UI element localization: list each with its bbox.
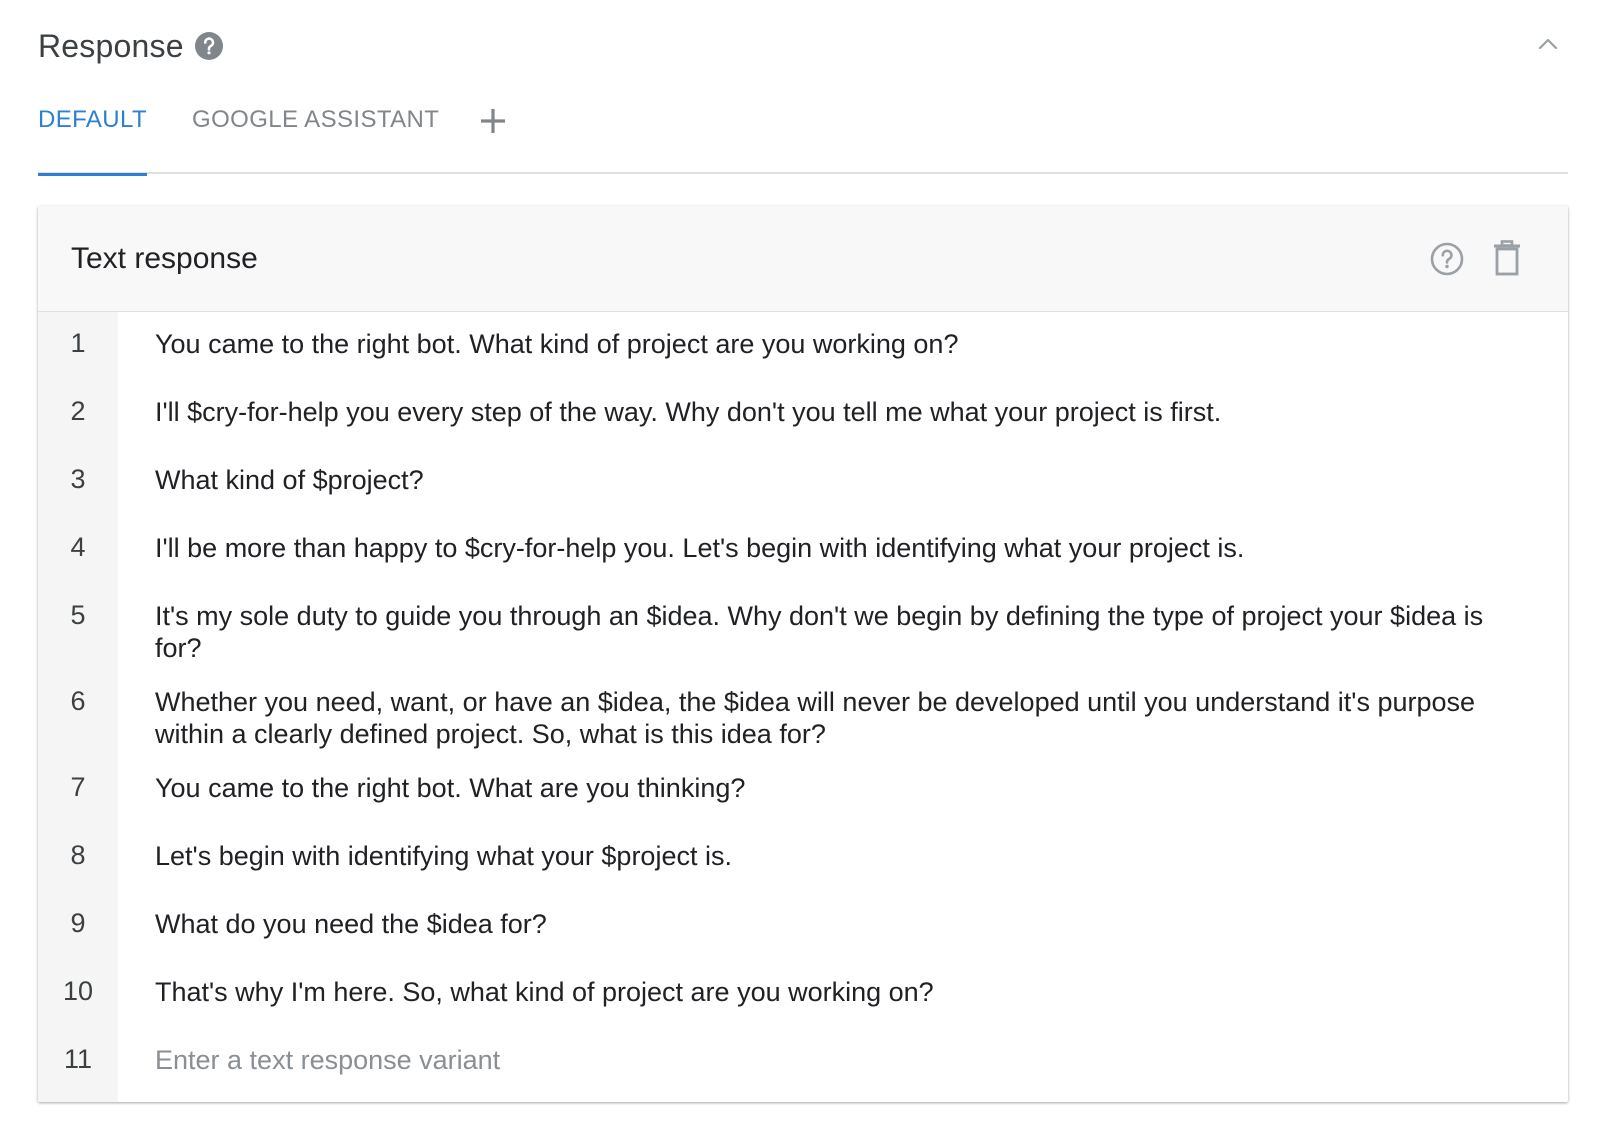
plus-icon[interactable] [478, 106, 508, 136]
list-item[interactable]: 1 You came to the right bot. What kind o… [38, 312, 1568, 380]
help-outline-icon[interactable] [1430, 242, 1464, 276]
response-section-header: Response [38, 24, 1568, 68]
list-item[interactable]: 10 That's why I'm here. So, what kind of… [38, 960, 1568, 1028]
response-tabs: DEFAULT GOOGLE ASSISTANT [38, 92, 1568, 176]
response-variant-text[interactable]: Let's begin with identifying what your $… [155, 840, 1488, 872]
list-item[interactable]: 5 It's my sole duty to guide you through… [38, 584, 1568, 670]
line-number: 6 [70, 686, 86, 716]
line-number: 2 [70, 396, 86, 426]
tab-label: DEFAULT [38, 106, 148, 133]
line-number: 10 [62, 976, 94, 1006]
response-variant-text[interactable]: I'll be more than happy to $cry-for-help… [155, 532, 1488, 564]
line-number: 4 [70, 532, 86, 562]
line-number: 9 [70, 908, 86, 938]
line-number: 7 [70, 772, 86, 802]
card-header: Text response [38, 206, 1568, 312]
list-item[interactable]: 6 Whether you need, want, or have an $id… [38, 670, 1568, 756]
list-item[interactable]: 9 What do you need the $idea for? [38, 892, 1568, 960]
response-variant-text[interactable]: What do you need the $idea for? [155, 908, 1488, 940]
line-number: 5 [70, 600, 86, 630]
trash-icon[interactable] [1492, 240, 1522, 276]
line-number: 11 [63, 1044, 93, 1074]
response-variant-text[interactable]: That's why I'm here. So, what kind of pr… [155, 976, 1488, 1008]
chevron-up-icon[interactable] [1534, 30, 1562, 58]
response-variant-text[interactable]: You came to the right bot. What kind of … [155, 328, 1488, 360]
response-variant-text[interactable]: What kind of $project? [155, 464, 1488, 496]
list-item[interactable]: 7 You came to the right bot. What are yo… [38, 756, 1568, 824]
section-title: Response [38, 27, 184, 64]
response-variant-text[interactable]: Whether you need, want, or have an $idea… [155, 686, 1488, 750]
list-item[interactable]: 8 Let's begin with identifying what your… [38, 824, 1568, 892]
new-variant-row[interactable]: 11 Enter a text response variant [38, 1028, 1568, 1096]
tab-label: GOOGLE ASSISTANT [192, 106, 440, 133]
new-variant-input[interactable]: Enter a text response variant [155, 1044, 1488, 1076]
list-item[interactable]: 3 What kind of $project? [38, 448, 1568, 516]
tab-google-assistant[interactable]: GOOGLE ASSISTANT [192, 92, 439, 174]
line-number: 3 [70, 464, 86, 494]
list-item[interactable]: 4 I'll be more than happy to $cry-for-he… [38, 516, 1568, 584]
line-number: 1 [70, 328, 86, 358]
card-title: Text response [71, 241, 258, 275]
tab-default[interactable]: DEFAULT [38, 92, 148, 176]
response-variant-text[interactable]: It's my sole duty to guide you through a… [155, 600, 1488, 664]
list-item[interactable]: 2 I'll $cry-for-help you every step of t… [38, 380, 1568, 448]
response-variants-list: 1 You came to the right bot. What kind o… [38, 312, 1568, 1102]
text-response-card: Text response 1 You came to the right bo… [38, 206, 1568, 1102]
response-variant-text[interactable]: I'll $cry-for-help you every step of the… [155, 396, 1488, 428]
line-number: 8 [70, 840, 86, 870]
response-variant-text[interactable]: You came to the right bot. What are you … [155, 772, 1488, 804]
help-circle-icon[interactable] [194, 31, 224, 61]
